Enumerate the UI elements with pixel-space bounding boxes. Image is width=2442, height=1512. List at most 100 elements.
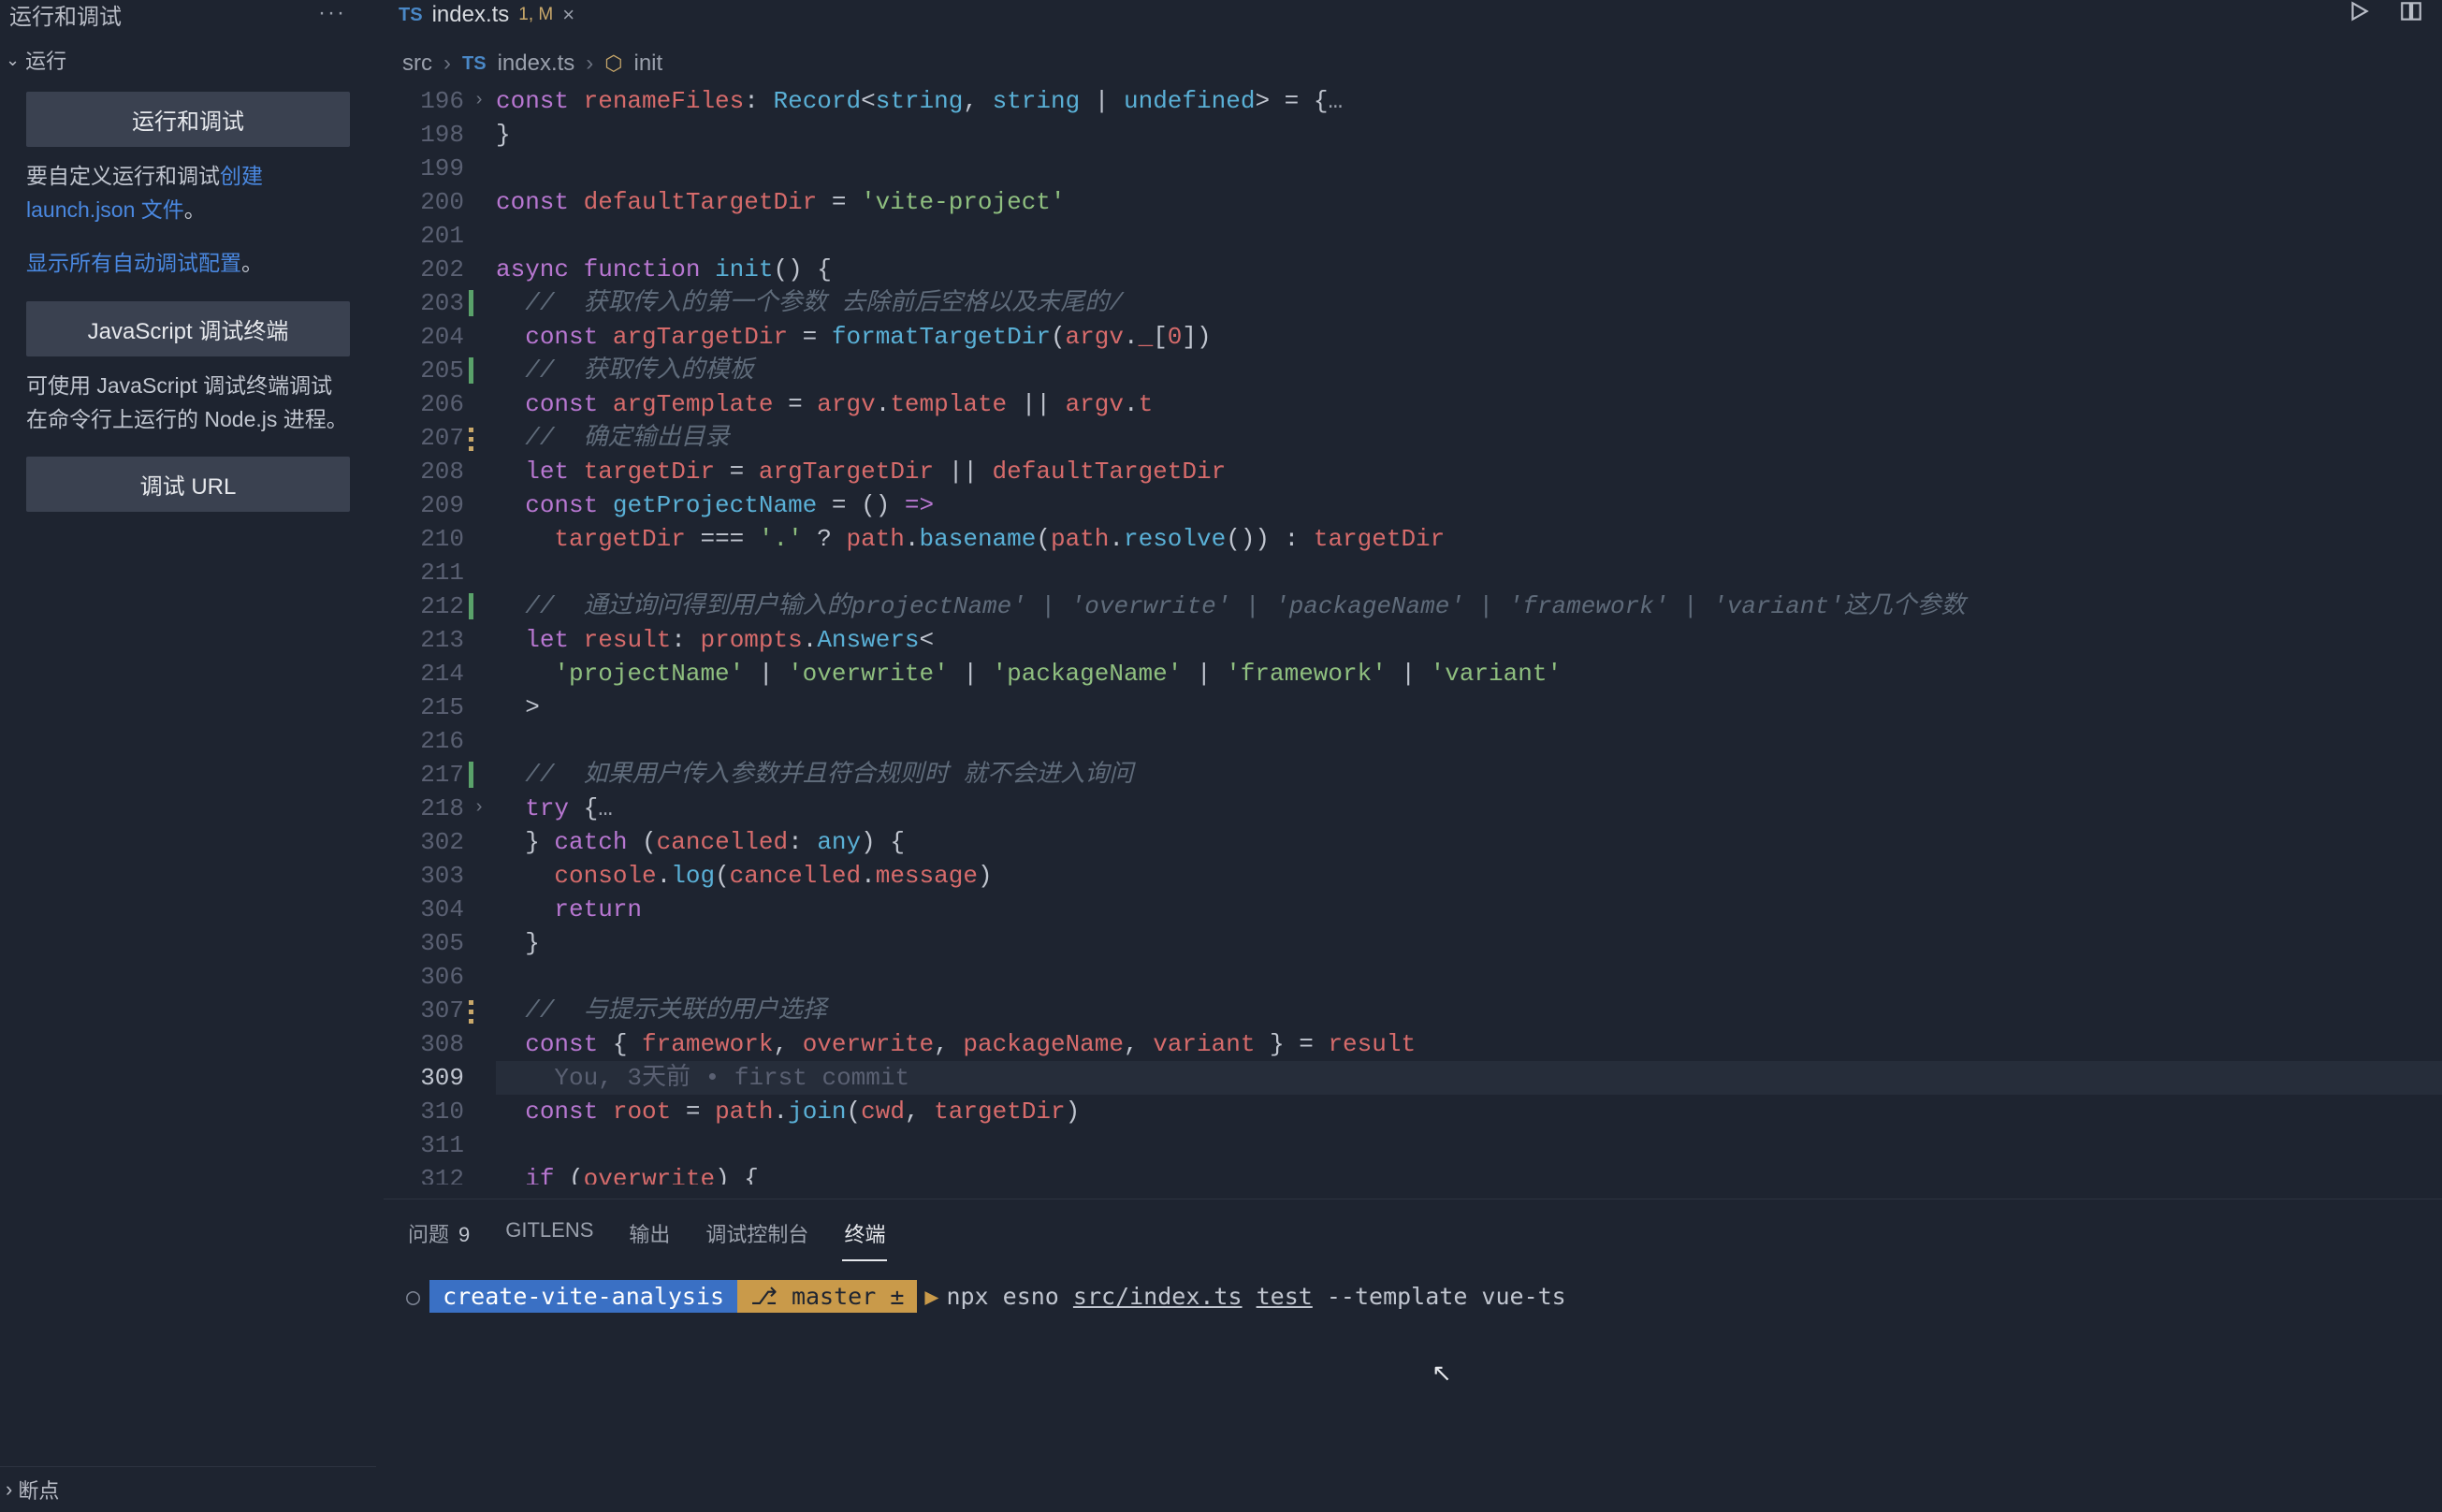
debug-url-button[interactable]: 调试 URL — [26, 457, 350, 512]
gutter-line[interactable]: 308 — [384, 1027, 464, 1061]
breadcrumb-symbol[interactable]: init — [634, 51, 663, 77]
gutter-line[interactable]: 302 — [384, 825, 464, 859]
tab-filename: index.ts — [432, 2, 510, 28]
fold-icon[interactable]: › — [473, 84, 485, 118]
modified-bar — [469, 357, 473, 384]
split-editor-icon[interactable] — [2399, 0, 2423, 30]
code-line[interactable]: const argTemplate = argv.template || arg… — [496, 387, 2442, 421]
code-line[interactable]: async function init() { — [496, 253, 2442, 286]
code-line[interactable]: // 通过询问得到用户输入的projectName' | 'overwrite'… — [496, 589, 2442, 623]
code-line[interactable]: } — [496, 926, 2442, 960]
code-editor[interactable]: 196›198199200201202203204205206207208209… — [384, 84, 2442, 1185]
gutter-line[interactable]: 209 — [384, 488, 464, 522]
code-line[interactable]: let result: prompts.Answers< — [496, 623, 2442, 657]
gutter-line[interactable]: 310 — [384, 1095, 464, 1128]
js-debug-terminal-button[interactable]: JavaScript 调试终端 — [26, 301, 350, 356]
gutter-line[interactable]: 216 — [384, 724, 464, 758]
code-line[interactable]: // 确定输出目录 — [496, 421, 2442, 455]
code-line[interactable] — [496, 724, 2442, 758]
tab-modified-badge: 1, M — [518, 5, 553, 25]
terminal[interactable]: ○ create-vite-analysis ⎇ master ± ▶ npx … — [384, 1261, 2442, 1331]
breakpoints-section-header[interactable]: › 断点 — [0, 1466, 376, 1512]
modified-bar — [469, 997, 473, 1024]
gutter-line[interactable]: 218› — [384, 792, 464, 825]
gutter-line[interactable]: 309 — [384, 1061, 464, 1095]
code-line[interactable]: const renameFiles: Record<string, string… — [496, 84, 2442, 118]
gutter-line[interactable]: 205 — [384, 354, 464, 387]
more-icon[interactable]: ··· — [318, 0, 346, 26]
code-line[interactable]: if (overwrite) { — [496, 1162, 2442, 1185]
run-icon[interactable] — [2347, 0, 2371, 30]
breadcrumb-file[interactable]: index.ts — [498, 51, 575, 77]
gutter-line[interactable]: 306 — [384, 960, 464, 994]
gutter-line[interactable]: 213 — [384, 623, 464, 657]
show-auto-debug-link[interactable]: 显示所有自动调试配置 — [26, 251, 241, 275]
gutter-line[interactable]: 217 — [384, 758, 464, 792]
fold-icon[interactable]: › — [473, 792, 485, 825]
gutter-line[interactable]: 208 — [384, 455, 464, 488]
code-line[interactable]: const { framework, overwrite, packageNam… — [496, 1027, 2442, 1061]
help-text-auto: 显示所有自动调试配置。 — [26, 247, 350, 281]
gutter-line[interactable]: 196› — [384, 84, 464, 118]
code-line[interactable]: targetDir === '.' ? path.basename(path.r… — [496, 522, 2442, 556]
breadcrumb-src[interactable]: src — [402, 51, 432, 77]
code-line[interactable]: try {… — [496, 792, 2442, 825]
gutter-line[interactable]: 214 — [384, 657, 464, 691]
code-line[interactable]: return — [496, 893, 2442, 926]
code-line[interactable] — [496, 556, 2442, 589]
code-line[interactable]: const defaultTargetDir = 'vite-project' — [496, 185, 2442, 219]
panel-tabs: 问题9 GITLENS 输出 调试控制台 终端 — [384, 1199, 2442, 1261]
code-line[interactable]: const getProjectName = () => — [496, 488, 2442, 522]
code-line[interactable]: You, 3天前 • first commit — [496, 1061, 2442, 1095]
tab-output[interactable]: 输出 — [627, 1213, 672, 1261]
code-line[interactable] — [496, 960, 2442, 994]
code-line[interactable]: } catch (cancelled: any) { — [496, 825, 2442, 859]
code-line[interactable]: // 与提示关联的用户选择 — [496, 994, 2442, 1027]
gutter-line[interactable]: 312 — [384, 1162, 464, 1185]
close-icon[interactable]: × — [562, 3, 574, 27]
gutter-line[interactable]: 304 — [384, 893, 464, 926]
gutter-line[interactable]: 199 — [384, 152, 464, 185]
gutter-line[interactable]: 307 — [384, 994, 464, 1027]
tab-terminal[interactable]: 终端 — [842, 1213, 887, 1261]
code-line[interactable]: 'projectName' | 'overwrite' | 'packageNa… — [496, 657, 2442, 691]
tab-problems[interactable]: 问题9 — [406, 1213, 472, 1261]
run-and-debug-button[interactable]: 运行和调试 — [26, 92, 350, 147]
cursor-icon: ↖ — [1432, 1359, 1452, 1388]
terminal-command: npx esno src/index.ts test --template vu… — [946, 1283, 1565, 1310]
code-line[interactable]: console.log(cancelled.message) — [496, 859, 2442, 893]
gutter-line[interactable]: 211 — [384, 556, 464, 589]
gutter-line[interactable]: 215 — [384, 691, 464, 724]
breadcrumb[interactable]: src › TS index.ts › ⬡ init — [384, 41, 681, 86]
code-line[interactable]: // 获取传入的模板 — [496, 354, 2442, 387]
chevron-right-icon: › — [586, 51, 593, 77]
code-line[interactable]: let targetDir = argTargetDir || defaultT… — [496, 455, 2442, 488]
code-line[interactable]: // 获取传入的第一个参数 去除前后空格以及末尾的/ — [496, 286, 2442, 320]
code-line[interactable]: > — [496, 691, 2442, 724]
code-line[interactable]: } — [496, 118, 2442, 152]
gutter-line[interactable]: 210 — [384, 522, 464, 556]
prompt-branch: ⎇ master ± — [737, 1280, 917, 1313]
code-line[interactable]: const argTargetDir = formatTargetDir(arg… — [496, 320, 2442, 354]
gutter-line[interactable]: 204 — [384, 320, 464, 354]
gutter-line[interactable]: 200 — [384, 185, 464, 219]
editor-tab-index-ts[interactable]: TS index.ts 1, M × — [384, 0, 589, 28]
gutter-line[interactable]: 202 — [384, 253, 464, 286]
code-line[interactable]: const root = path.join(cwd, targetDir) — [496, 1095, 2442, 1128]
gutter-line[interactable]: 212 — [384, 589, 464, 623]
code-line[interactable] — [496, 219, 2442, 253]
gutter-line[interactable]: 303 — [384, 859, 464, 893]
code-line[interactable] — [496, 152, 2442, 185]
tab-gitlens[interactable]: GITLENS — [503, 1213, 595, 1261]
gutter-line[interactable]: 203 — [384, 286, 464, 320]
gutter-line[interactable]: 311 — [384, 1128, 464, 1162]
gutter-line[interactable]: 207 — [384, 421, 464, 455]
gutter-line[interactable]: 201 — [384, 219, 464, 253]
run-section-header[interactable]: ⌄ 运行 — [0, 37, 376, 82]
code-line[interactable]: // 如果用户传入参数并且符合规则时 就不会进入询问 — [496, 758, 2442, 792]
gutter-line[interactable]: 305 — [384, 926, 464, 960]
gutter-line[interactable]: 206 — [384, 387, 464, 421]
gutter-line[interactable]: 198 — [384, 118, 464, 152]
code-line[interactable] — [496, 1128, 2442, 1162]
tab-debug-console[interactable]: 调试控制台 — [704, 1213, 810, 1261]
